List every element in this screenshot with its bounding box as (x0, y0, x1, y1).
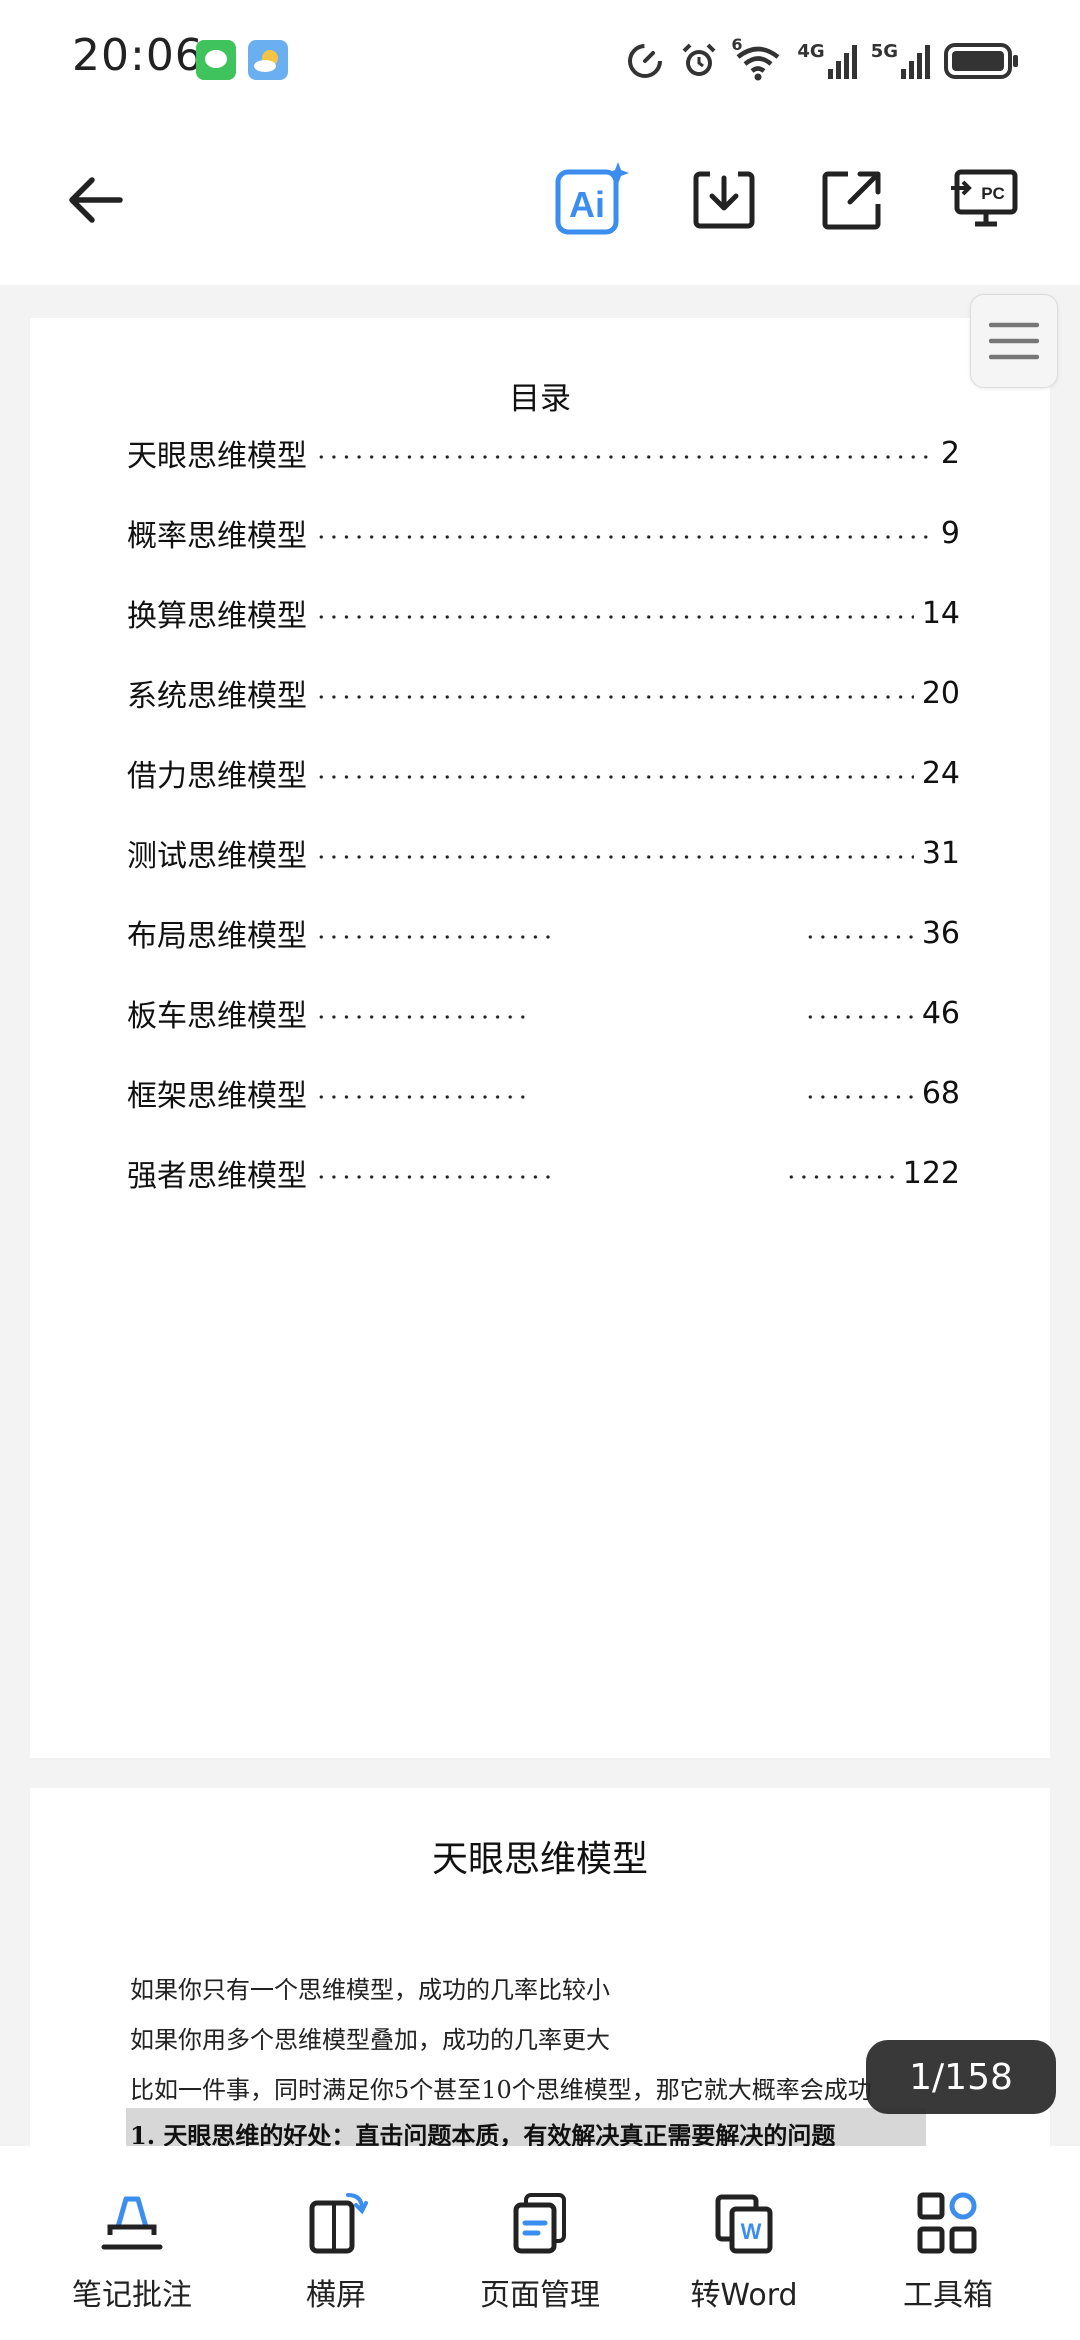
toc-entry[interactable]: 板车思维模型 46 (127, 993, 960, 1035)
toc-entry-page: 68 (921, 1075, 960, 1111)
toc-entry-page: 20 (921, 675, 960, 711)
status-bar: 20:06 6 4G 5G (0, 0, 1080, 120)
toc-entry-page: 9 (940, 515, 960, 551)
convert-word-button[interactable]: W 转Word (654, 2188, 834, 2328)
toc-entry[interactable]: 框架思维模型 68 (127, 1073, 960, 1115)
toc-leader-dots (315, 695, 914, 699)
wechat-notification-icon (196, 40, 236, 80)
body-text-line: 比如一件事，同时满足你5个甚至10个思维模型，那它就大概率会成功 (130, 2076, 872, 2104)
toc-leader-dots (315, 455, 932, 459)
toc-entry-page: 36 (921, 915, 960, 951)
toc-entry-page: 2 (940, 435, 960, 471)
download-button[interactable] (684, 160, 764, 240)
section-heading: 1. 天眼思维的好处：直击问题本质，有效解决真正需要解决的问题 (130, 2121, 836, 2148)
body-text-line: 如果你只有一个思维模型，成功的几率比较小 (130, 1976, 610, 2004)
outline-menu-button[interactable] (970, 294, 1058, 388)
toc-leader-dots (315, 1175, 895, 1179)
notes-annotation-button[interactable]: 笔记批注 (42, 2188, 222, 2328)
toc-entry-label: 借力思维模型 (127, 759, 307, 794)
toc-leader-dots (315, 855, 914, 859)
toolbox-icon (917, 2192, 977, 2254)
pc-label: PC (981, 184, 1005, 203)
landscape-button[interactable]: 横屏 (246, 2188, 426, 2328)
ai-sparkle-icon: Ai (555, 162, 629, 235)
toc-leader-dots (315, 1095, 914, 1099)
hamburger-menu-icon (989, 322, 1039, 360)
toc-entry-page: 14 (921, 595, 960, 631)
toc-entry[interactable]: 测试思维模型 31 (127, 833, 960, 875)
toc-entry[interactable]: 布局思维模型 36 (127, 913, 960, 955)
signal-icon-1 (827, 45, 857, 79)
page-management-button[interactable]: 页面管理 (450, 2188, 630, 2328)
data-saver-icon (628, 44, 663, 78)
bottom-bar-label: 转Word (690, 2278, 798, 2313)
rotate-screen-icon (309, 2193, 368, 2254)
toc-entry[interactable]: 换算思维模型 14 (127, 593, 960, 635)
toc-entry-label: 布局思维模型 (127, 919, 307, 954)
back-button[interactable] (56, 160, 136, 240)
page-indicator: 1/158 (866, 2040, 1056, 2114)
pen-note-icon (101, 2196, 163, 2250)
bottom-toolbar: 笔记批注 横屏 页面管理 W 转Word 工具箱 (0, 2146, 1080, 2340)
document-page-1[interactable]: 目录 天眼思维模型 2 概率思维模型 9 换算思维模型 14 系统思维模型 20… (30, 318, 1050, 1758)
ai-button[interactable]: Ai (552, 160, 632, 240)
bottom-bar-label: 笔记批注 (72, 2278, 192, 2313)
toc-entry-label: 测试思维模型 (127, 839, 307, 874)
toc-entry-label: 换算思维模型 (127, 599, 307, 634)
page-heading: 天眼思维模型 (431, 1839, 648, 1880)
weather-notification-icon (248, 40, 288, 80)
pc-cast-button[interactable]: PC (944, 160, 1024, 240)
toc-entry[interactable]: 系统思维模型 20 (127, 673, 960, 715)
word-convert-icon: W (715, 2194, 773, 2254)
arrow-left-icon (69, 177, 123, 223)
toc-entry-label: 概率思维模型 (127, 519, 307, 554)
toc-leader-dots (315, 775, 914, 779)
status-indicators: 6 4G 5G (625, 35, 1020, 86)
toc-leader-dots (315, 935, 914, 939)
toc-entry-page: 31 (921, 835, 960, 871)
pc-cast-icon: PC (951, 169, 1018, 227)
status-time: 20:06 (72, 30, 204, 81)
toc-leader-dots (315, 1015, 914, 1019)
bottom-bar-label: 工具箱 (903, 2278, 993, 2313)
toc-entry-label: 框架思维模型 (127, 1079, 307, 1114)
bottom-bar-label: 横屏 (306, 2278, 366, 2313)
pages-icon (513, 2193, 566, 2254)
alarm-icon (682, 43, 716, 76)
toc-entry[interactable]: 概率思维模型 9 (127, 513, 960, 555)
network-type-1: 4G (797, 41, 825, 62)
toc-entry-label: 板车思维模型 (127, 999, 307, 1034)
toc-title: 目录 (509, 381, 571, 417)
toc-entry-label: 系统思维模型 (127, 679, 307, 714)
signal-icon-2 (901, 45, 930, 79)
share-icon (822, 171, 881, 230)
toc-entry[interactable]: 天眼思维模型 2 (127, 433, 960, 475)
toc-entry-label: 强者思维模型 (127, 1159, 307, 1194)
body-text-line: 如果你用多个思维模型叠加，成功的几率更大 (130, 2026, 610, 2054)
toc-leader-dots (315, 535, 932, 539)
toc-leader-dots (315, 615, 914, 619)
ai-label: Ai (569, 184, 605, 225)
top-toolbar: Ai PC (0, 120, 1080, 285)
toolbox-button[interactable]: 工具箱 (858, 2188, 1038, 2328)
toc-entry-page: 122 (902, 1155, 960, 1191)
bottom-bar-label: 页面管理 (480, 2278, 600, 2313)
toc-entry[interactable]: 借力思维模型 24 (127, 753, 960, 795)
toc-entry[interactable]: 强者思维模型 122 (127, 1153, 960, 1195)
toc-entry-page: 46 (921, 995, 960, 1031)
toc-entry-label: 天眼思维模型 (127, 439, 307, 474)
network-type-2: 5G (870, 41, 898, 62)
toc-entry-page: 24 (921, 755, 960, 791)
wifi-badge: 6 (731, 35, 743, 54)
download-icon (693, 171, 755, 229)
svg-text:W: W (741, 2219, 762, 2244)
share-button[interactable] (812, 160, 892, 240)
battery-icon (944, 43, 1018, 79)
